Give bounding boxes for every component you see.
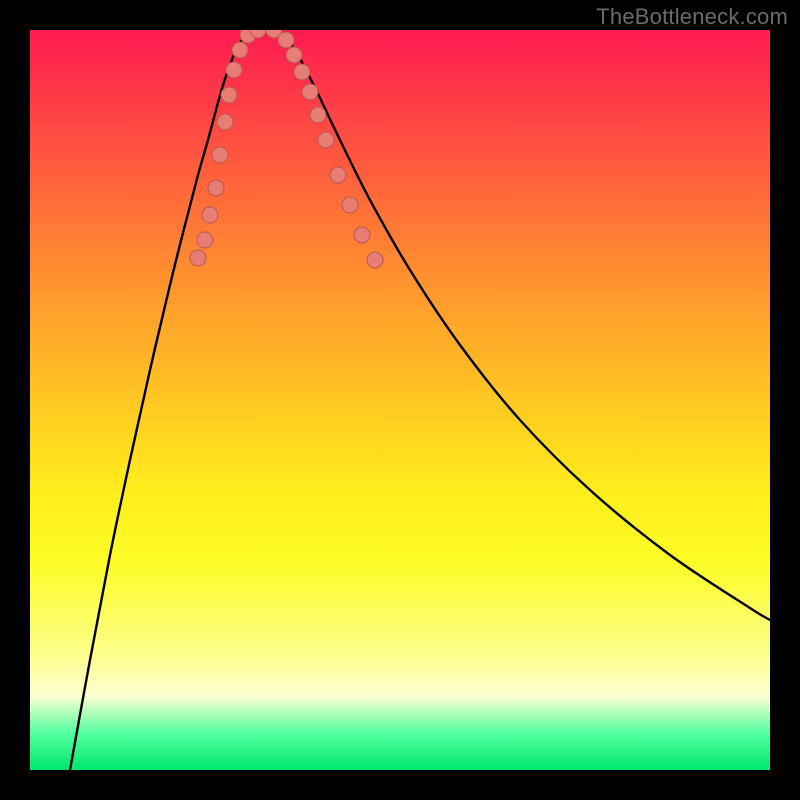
marker-dot	[278, 32, 294, 48]
chart-frame: TheBottleneck.com	[0, 0, 800, 800]
marker-dot	[202, 207, 218, 223]
marker-dot	[318, 132, 334, 148]
marker-dot	[354, 227, 370, 243]
marker-dot	[217, 114, 233, 130]
marker-dot	[342, 197, 358, 213]
curve-left	[70, 32, 252, 770]
marker-dot	[226, 62, 242, 78]
curve-svg	[30, 30, 770, 770]
marker-dot	[330, 167, 346, 183]
curve-right	[280, 32, 770, 620]
watermark-text: TheBottleneck.com	[596, 4, 788, 30]
marker-dot	[294, 64, 310, 80]
plot-area	[30, 30, 770, 770]
marker-dot	[190, 250, 206, 266]
markers-group	[190, 30, 383, 268]
marker-dot	[197, 232, 213, 248]
marker-dot	[232, 42, 248, 58]
marker-dot	[221, 87, 237, 103]
marker-dot	[286, 47, 302, 63]
marker-dot	[310, 107, 326, 123]
marker-dot	[212, 147, 228, 163]
marker-dot	[302, 84, 318, 100]
marker-dot	[367, 252, 383, 268]
marker-dot	[208, 180, 224, 196]
